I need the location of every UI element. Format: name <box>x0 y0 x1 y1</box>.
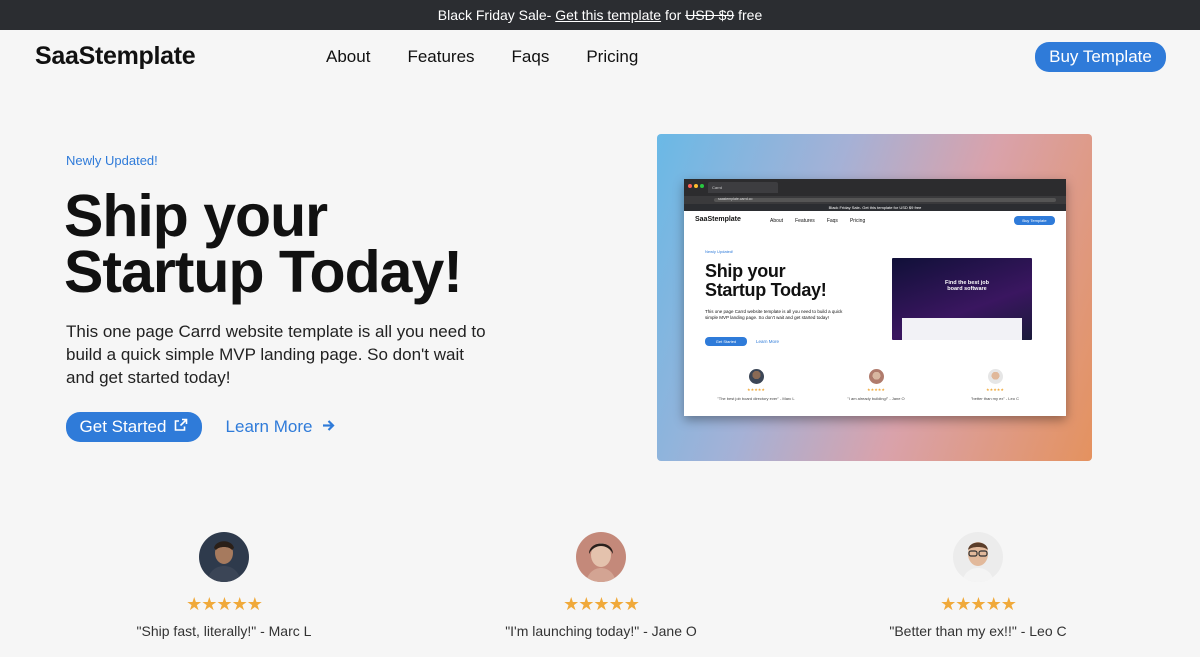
mockup-avatar <box>868 369 884 384</box>
mockup-tab: Carrd <box>708 182 778 193</box>
testimonial-quote: "Ship fast, literally!" - Marc L <box>136 623 312 639</box>
mockup-quote: "I am already building!" - Jane O <box>847 396 905 401</box>
mockup-stars: ★★★★★ <box>867 387 885 392</box>
nav-link-faqs[interactable]: Faqs <box>512 47 550 67</box>
mockup-headline: Ship your Startup Today! <box>705 261 827 300</box>
hero-eyebrow: Newly Updated! <box>66 153 158 168</box>
promo-banner: Black Friday Sale- Get this template for… <box>0 0 1200 30</box>
mockup-screenshot: Find the best job board software <box>892 258 1032 340</box>
mockup-learn-more: Learn More <box>756 339 780 344</box>
mockup-nav-about: About <box>770 218 784 224</box>
mockup-nav-faqs: Faqs <box>826 218 838 224</box>
avatar <box>576 532 626 582</box>
arrow-right-icon <box>322 417 336 437</box>
nav-link-features[interactable]: Features <box>407 47 474 67</box>
mockup-quote: "The best job board directory ever" - Ma… <box>717 396 795 401</box>
learn-more-label: Learn More <box>225 417 313 436</box>
banner-mid: for <box>661 7 686 23</box>
mockup-nav-links: About Features Faqs Pricing <box>770 218 865 224</box>
minimize-dot-icon <box>694 184 698 188</box>
testimonial-card: ★★★★★ "Better than my ex!!" - Leo C <box>828 532 1128 639</box>
mockup-stars: ★★★★★ <box>986 387 1004 392</box>
mockup-avatar <box>987 369 1003 384</box>
get-started-button[interactable]: Get Started <box>66 412 202 442</box>
learn-more-button[interactable]: Learn More <box>213 412 348 442</box>
nav-link-about[interactable]: About <box>326 47 370 67</box>
mockup-url: saastemplate.carrd.co <box>718 197 753 201</box>
mockup-testimonial: ★★★★★ "I am already building!" - Jane O <box>831 369 921 401</box>
banner-prefix: Black Friday Sale- <box>437 7 556 23</box>
avatar <box>953 532 1003 582</box>
mockup-avatar <box>748 369 764 384</box>
nav-link-pricing[interactable]: Pricing <box>586 47 638 67</box>
mockup-url-bar: saastemplate.carrd.co <box>684 196 1066 204</box>
mockup-screenshot-strip <box>902 318 1022 340</box>
maximize-dot-icon <box>700 184 704 188</box>
mockup-banner: Black Friday Sale- Get this template for… <box>684 204 1066 211</box>
mockup-testimonial: ★★★★★ "better than my ex" - Leo C <box>950 369 1040 401</box>
star-rating: ★★★★★ <box>563 594 640 614</box>
hero-headline-line2: Startup Today! <box>64 239 463 305</box>
external-link-icon <box>174 417 188 437</box>
mockup-eyebrow: Newly Updated! <box>705 249 734 254</box>
mockup-screenshot-text: Find the best job board software <box>945 280 989 292</box>
mockup-lead: This one page Carrd website template is … <box>705 309 843 320</box>
mockup-quote: "better than my ex" - Leo C <box>971 396 1019 401</box>
mockup-browser-chrome: Carrd <box>684 179 1066 196</box>
mockup-nav-features: Features <box>795 218 815 224</box>
hero-image: Carrd saastemplate.carrd.co Black Friday… <box>657 134 1092 461</box>
buy-template-button[interactable]: Buy Template <box>1035 42 1166 72</box>
banner-old-price: USD $9 <box>685 7 735 23</box>
banner-suffix: free <box>734 7 763 23</box>
hero-headline: Ship your Startup Today! <box>64 183 564 305</box>
browser-mockup: Carrd saastemplate.carrd.co Black Friday… <box>684 179 1066 416</box>
testimonial-card: ★★★★★ "Ship fast, literally!" - Marc L <box>74 532 374 639</box>
star-rating: ★★★★★ <box>186 594 263 614</box>
avatar <box>199 532 249 582</box>
banner-link[interactable]: Get this template <box>555 7 661 23</box>
hero-lead: This one page Carrd website template is … <box>66 322 486 387</box>
top-nav: SaaStemplate About Features Faqs Pricing… <box>0 30 1200 84</box>
get-started-label: Get Started <box>79 417 167 436</box>
testimonial-quote: "I'm launching today!" - Jane O <box>505 623 697 639</box>
mockup-headline-line2: Startup Today! <box>705 280 827 300</box>
testimonial-card: ★★★★★ "I'm launching today!" - Jane O <box>451 532 751 639</box>
testimonial-quote: "Better than my ex!!" - Leo C <box>889 623 1067 639</box>
star-rating: ★★★★★ <box>940 594 1017 614</box>
logo[interactable]: SaaStemplate <box>35 42 196 71</box>
mockup-buy-button: Buy Template <box>1014 216 1055 225</box>
mockup-testimonial: ★★★★★ "The best job board directory ever… <box>711 369 801 401</box>
hero-headline-line1: Ship your <box>64 183 328 249</box>
nav-links: About Features Faqs Pricing <box>326 47 638 67</box>
mockup-url-field: saastemplate.carrd.co <box>714 197 1056 202</box>
mockup-stars: ★★★★★ <box>747 387 765 392</box>
mockup-logo: SaaStemplate <box>695 216 741 223</box>
mockup-nav-pricing: Pricing <box>849 218 866 224</box>
mockup-cta: Get Started <box>705 337 747 346</box>
mockup-headline-line1: Ship your <box>705 261 786 281</box>
close-dot-icon <box>688 184 692 188</box>
